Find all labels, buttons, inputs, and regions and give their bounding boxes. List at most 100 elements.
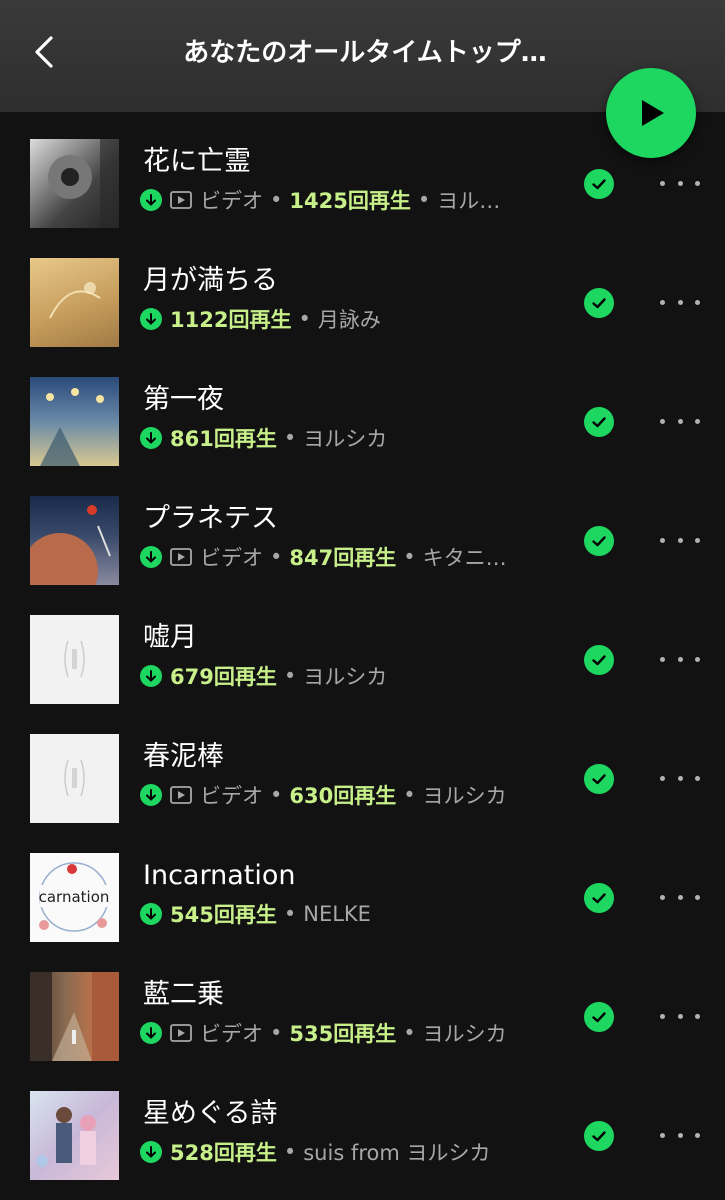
more-options-button[interactable] <box>660 644 700 674</box>
artist-name: ヨルシカ <box>303 665 388 689</box>
album-art <box>30 496 119 585</box>
separator: • <box>270 188 283 212</box>
play-count: 861回再生 <box>170 427 277 451</box>
separator: • <box>283 902 297 926</box>
chevron-left-icon <box>35 36 53 68</box>
artist-name: ヨルシカ <box>422 784 507 808</box>
separator: • <box>417 188 431 212</box>
more-options-button[interactable] <box>660 168 700 198</box>
artist-name: NELKE <box>303 902 371 926</box>
download-icon <box>140 308 162 330</box>
check-circle-icon[interactable] <box>584 288 614 318</box>
play-count: 535回再生 <box>289 1022 397 1046</box>
play-count: 528回再生 <box>170 1141 277 1165</box>
track-title: 嘘月 <box>143 622 197 653</box>
video-icon <box>170 786 192 804</box>
more-options-button[interactable] <box>660 525 700 555</box>
track-row[interactable]: 花に亡霊 ビデオ • 1425回再生 • ヨル… <box>0 124 725 243</box>
album-art <box>30 734 119 823</box>
video-label: ビデオ <box>200 784 263 808</box>
more-options-button[interactable] <box>660 882 700 912</box>
track-row[interactable]: 星めぐる詩 528回再生 • suis from ヨルシカ <box>0 1076 725 1195</box>
track-meta: ビデオ • 1425回再生 • ヨル… <box>140 184 560 216</box>
separator: • <box>403 545 416 569</box>
more-options-button[interactable] <box>660 763 700 793</box>
artist-name: ヨルシカ <box>422 1022 507 1046</box>
more-options-button[interactable] <box>660 1120 700 1150</box>
artist-name: ヨル… <box>437 189 501 213</box>
separator: • <box>270 545 283 569</box>
track-title: 星めぐる詩 <box>143 1098 278 1129</box>
play-count: 1425回再生 <box>289 189 411 213</box>
track-list: 花に亡霊 ビデオ • 1425回再生 • ヨル… 月が満ちる 1122回再生 •… <box>0 124 725 1195</box>
track-title: Incarnation <box>143 860 296 891</box>
track-meta: 1122回再生 • 月詠み <box>140 303 560 335</box>
album-art <box>30 258 119 347</box>
album-art <box>30 1091 119 1180</box>
more-options-button[interactable] <box>660 1001 700 1031</box>
video-icon <box>170 1024 192 1042</box>
separator: • <box>283 1140 297 1164</box>
separator: • <box>403 783 416 807</box>
video-label: ビデオ <box>200 189 263 213</box>
video-label: ビデオ <box>200 1022 263 1046</box>
track-row[interactable]: 嘘月 679回再生 • ヨルシカ <box>0 600 725 719</box>
play-count: 545回再生 <box>170 903 277 927</box>
more-options-button[interactable] <box>660 287 700 317</box>
separator: • <box>403 1021 416 1045</box>
separator: • <box>283 426 297 450</box>
track-row[interactable]: 第一夜 861回再生 • ヨルシカ <box>0 362 725 481</box>
video-icon <box>170 548 192 566</box>
back-button[interactable] <box>24 32 64 72</box>
album-art <box>30 972 119 1061</box>
download-icon <box>140 784 162 806</box>
track-row[interactable]: 藍二乗 ビデオ • 535回再生 • ヨルシカ <box>0 957 725 1076</box>
track-title: 藍二乗 <box>143 979 224 1010</box>
album-art <box>30 615 119 704</box>
check-circle-icon[interactable] <box>584 407 614 437</box>
artist-name: suis from ヨルシカ <box>303 1141 491 1165</box>
album-art: carnation <box>30 853 119 942</box>
separator: • <box>270 1021 283 1045</box>
play-count: 847回再生 <box>289 546 397 570</box>
check-circle-icon[interactable] <box>584 883 614 913</box>
track-meta: 528回再生 • suis from ヨルシカ <box>140 1136 560 1168</box>
page-title: あなたのオールタイムトップ… <box>183 38 547 68</box>
track-row[interactable]: プラネテス ビデオ • 847回再生 • キタニ… <box>0 481 725 600</box>
track-title: プラネテス <box>143 503 278 534</box>
track-meta: ビデオ • 847回再生 • キタニ… <box>140 541 560 573</box>
video-icon <box>170 191 192 209</box>
artist-name: ヨルシカ <box>303 427 388 451</box>
track-title: 花に亡霊 <box>143 146 251 177</box>
check-circle-icon[interactable] <box>584 169 614 199</box>
track-row[interactable]: carnation Incarnation 545回再生 • NELKE <box>0 838 725 957</box>
track-meta: 679回再生 • ヨルシカ <box>140 660 560 692</box>
artist-name: 月詠み <box>317 308 381 332</box>
track-meta: 861回再生 • ヨルシカ <box>140 422 560 454</box>
artist-name: キタニ… <box>422 546 507 570</box>
track-title: 第一夜 <box>143 384 224 415</box>
download-icon <box>140 546 162 568</box>
check-circle-icon[interactable] <box>584 1121 614 1151</box>
check-circle-icon[interactable] <box>584 645 614 675</box>
track-title: 月が満ちる <box>143 265 278 296</box>
svg-text:carnation: carnation <box>39 888 110 906</box>
check-circle-icon[interactable] <box>584 1002 614 1032</box>
download-icon <box>140 189 162 211</box>
track-title: 春泥棒 <box>143 741 224 772</box>
download-icon <box>140 903 162 925</box>
check-circle-icon[interactable] <box>584 764 614 794</box>
play-count: 1122回再生 <box>170 308 292 332</box>
album-art <box>30 377 119 466</box>
check-circle-icon[interactable] <box>584 526 614 556</box>
track-meta: 545回再生 • NELKE <box>140 898 560 930</box>
video-label: ビデオ <box>200 546 263 570</box>
play-count: 679回再生 <box>170 665 277 689</box>
track-row[interactable]: 月が満ちる 1122回再生 • 月詠み <box>0 243 725 362</box>
track-row[interactable]: 春泥棒 ビデオ • 630回再生 • ヨルシカ <box>0 719 725 838</box>
more-options-button[interactable] <box>660 406 700 436</box>
album-art <box>30 139 119 228</box>
download-icon <box>140 1022 162 1044</box>
separator: • <box>270 783 283 807</box>
track-meta: ビデオ • 630回再生 • ヨルシカ <box>140 779 560 811</box>
